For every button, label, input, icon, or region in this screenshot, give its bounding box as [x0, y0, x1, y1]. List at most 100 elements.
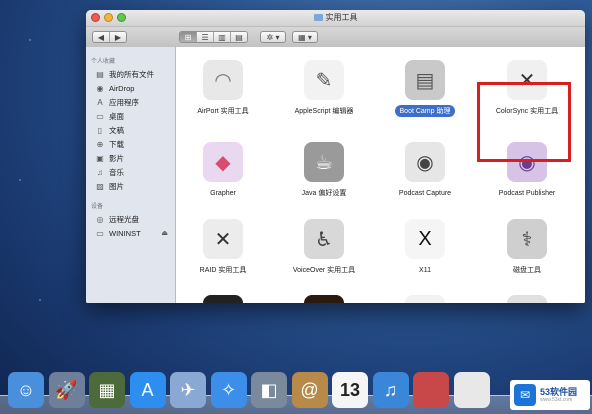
- applications-icon: A: [97, 97, 103, 107]
- x11-icon: X: [405, 219, 445, 259]
- airdrop-icon: ◉: [96, 83, 104, 93]
- safari-icon[interactable]: ✧: [210, 372, 247, 408]
- applescript-icon: ✎: [304, 60, 344, 100]
- arrange-button[interactable]: ▦ ▾: [292, 31, 318, 43]
- photobooth-icon[interactable]: [413, 372, 449, 408]
- app-item[interactable]: ⚕ 磁盘工具: [477, 219, 577, 277]
- app-item[interactable]: ▤ Boot Camp 助理: [375, 60, 475, 118]
- app-label: X11: [419, 267, 431, 274]
- window-title-text: 实用工具: [325, 13, 358, 22]
- airport-icon: ◠: [203, 60, 243, 100]
- sidebar-item[interactable]: ▤ 我的所有文件: [86, 67, 175, 81]
- app-store-icon[interactable]: A: [129, 372, 166, 408]
- console-icon: [304, 295, 344, 303]
- sidebar-item-label: 下载: [109, 139, 124, 149]
- sidebar-item-label: 应用程序: [109, 97, 139, 107]
- movies-icon: ▣: [96, 153, 104, 163]
- app-item[interactable]: ✕ RAID 实用工具: [173, 219, 273, 277]
- java-icon: ☕: [304, 142, 344, 182]
- app-label: AirPort 实用工具: [197, 108, 249, 115]
- contacts-icon[interactable]: @: [291, 372, 328, 408]
- column-view-button[interactable]: ▥: [214, 32, 231, 42]
- list-view-button[interactable]: ☰: [197, 32, 214, 42]
- icon-view-button[interactable]: ⊞: [180, 32, 197, 42]
- sidebar-item-label: 图片: [109, 181, 124, 191]
- disk-utility-icon: ⚕: [507, 219, 547, 259]
- app-item[interactable]: [375, 295, 475, 303]
- app-item[interactable]: ☕ Java 偏好设置: [274, 142, 374, 200]
- app-label: 磁盘工具: [513, 267, 541, 274]
- grapher-icon: ◆: [203, 142, 243, 182]
- view-switcher: ⊞ ☰ ▥ ▤: [179, 31, 248, 43]
- watermark-logo: ✉ 53软件园 www.53xt.com: [510, 380, 590, 410]
- app-item[interactable]: ◆ Grapher: [173, 142, 273, 200]
- sidebar-item[interactable]: ▯ 文稿: [86, 123, 175, 137]
- system-info-icon: [405, 295, 445, 303]
- preview-icon[interactable]: ✈: [170, 372, 206, 408]
- bootcamp-icon: ▤: [405, 60, 445, 100]
- itunes-icon[interactable]: ♫: [372, 372, 409, 408]
- mission-control-icon[interactable]: ▦: [89, 372, 125, 408]
- app-label: Grapher: [210, 190, 236, 197]
- devices-header: 设备: [91, 204, 104, 210]
- sidebar: 个人收藏 ▤ 我的所有文件 ◉ AirDrop A 应用程序 ▭ 桌面 ▯ 文稿 ⊕ 下载 ▣ 影片 ♫ 音乐…: [86, 47, 176, 303]
- app-item[interactable]: [173, 295, 273, 303]
- folder-icon: [313, 14, 323, 21]
- devices-list: ◎ 远程光盘 ▭ WININST ⏏: [86, 212, 175, 240]
- envelope-icon: ✉: [514, 384, 536, 406]
- launchpad-icon[interactable]: 🚀: [48, 372, 85, 408]
- sidebar-item[interactable]: ▣ 影片: [86, 151, 175, 165]
- drive-icon: ▭: [96, 228, 104, 238]
- sidebar-item[interactable]: ▭ 桌面: [86, 109, 175, 123]
- selection-highlight-box: [477, 82, 571, 162]
- coverflow-view-button[interactable]: ▤: [231, 32, 247, 42]
- sidebar-item-label: WININST: [109, 228, 141, 238]
- app-label: Boot Camp 助理: [394, 105, 456, 117]
- raid-icon: ✕: [203, 219, 243, 259]
- app-item[interactable]: ♿ VoiceOver 实用工具: [274, 219, 374, 277]
- watermark-sub: www.53xt.com: [540, 396, 573, 403]
- favorites-list: ▤ 我的所有文件 ◉ AirDrop A 应用程序 ▭ 桌面 ▯ 文稿 ⊕ 下载 ▣ 影片 ♫ 音乐 ▨ 图片: [86, 67, 175, 193]
- sidebar-item[interactable]: ◎ 远程光盘: [86, 212, 175, 226]
- action-button[interactable]: ✲ ▾: [260, 31, 286, 43]
- app-item[interactable]: [477, 295, 577, 303]
- sidebar-item[interactable]: ♫ 音乐: [86, 165, 175, 179]
- sidebar-item-label: 我的所有文件: [109, 69, 154, 79]
- finder-window: 实用工具 ◀ ▶ ⊞ ☰ ▥ ▤ ✲ ▾ ▦ ▾ 个人收藏 ▤ 我的所有文件 ◉ Ai…: [86, 10, 585, 303]
- sidebar-item-label: 音乐: [109, 167, 124, 177]
- back-button[interactable]: ◀: [93, 32, 110, 42]
- desktop-icon: ▭: [96, 111, 104, 121]
- activity-monitor-icon: [203, 295, 243, 303]
- sidebar-item[interactable]: A 应用程序: [86, 95, 175, 109]
- app-item[interactable]: X X11: [375, 219, 475, 277]
- sidebar-item[interactable]: ▭ WININST ⏏: [86, 226, 175, 240]
- sidebar-item-label: 文稿: [109, 125, 124, 135]
- sidebar-item[interactable]: ◉ AirDrop: [86, 81, 175, 95]
- voiceover-icon: ♿: [304, 219, 344, 259]
- sidebar-item[interactable]: ▨ 图片: [86, 179, 175, 193]
- documents-icon: ▯: [97, 125, 103, 135]
- app-item[interactable]: ◉ Podcast Capture: [375, 142, 475, 200]
- eject-icon[interactable]: ⏏: [161, 229, 168, 237]
- dock: ☺ 🚀 ▦ A ✈ ✧ ◧ @13 ♫ ✉ 53软件园 www.53xt.com: [0, 366, 592, 414]
- app-item[interactable]: [274, 295, 374, 303]
- nav-buttons: ◀ ▶: [92, 31, 127, 43]
- facetime-icon[interactable]: ◧: [251, 372, 287, 408]
- app-item[interactable]: ✎ AppleScript 编辑器: [274, 60, 374, 118]
- calendar-icon[interactable]: 13: [332, 372, 368, 408]
- sidebar-item-label: AirDrop: [109, 83, 135, 93]
- toolbar: ◀ ▶ ⊞ ☰ ▥ ▤ ✲ ▾ ▦ ▾: [86, 27, 585, 48]
- files-icon: ▤: [96, 69, 104, 79]
- sidebar-item[interactable]: ⊕ 下载: [86, 137, 175, 151]
- finder-icon[interactable]: ☺: [8, 372, 44, 408]
- watermark-brand: 53软件园: [540, 386, 578, 397]
- document-icon[interactable]: [453, 372, 490, 408]
- file-icon-grid: ◠ AirPort 实用工具 ✎ AppleScript 编辑器 ▤ Boot Camp …: [176, 47, 585, 303]
- app-label: Java 偏好设置: [301, 190, 347, 197]
- sidebar-item-label: 桌面: [109, 111, 124, 121]
- sidebar-item-label: 远程光盘: [109, 214, 139, 224]
- app-item[interactable]: ◠ AirPort 实用工具: [173, 60, 273, 118]
- disc-icon: ◎: [96, 214, 104, 224]
- forward-button[interactable]: ▶: [110, 32, 126, 42]
- watermark-text: 53软件园 www.53xt.com: [536, 386, 578, 403]
